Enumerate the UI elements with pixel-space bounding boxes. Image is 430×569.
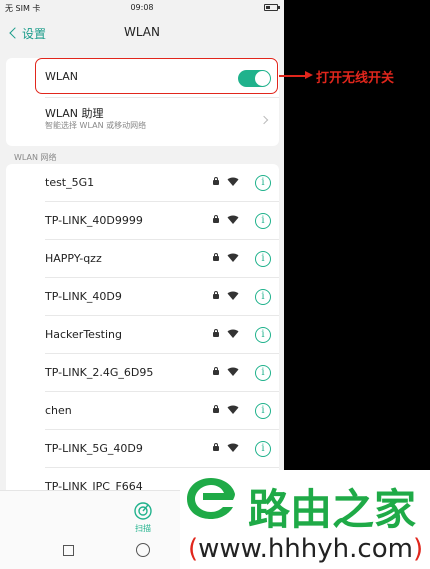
network-name: TP-LINK_40D9999 [45, 214, 143, 227]
arrow-head-icon [305, 71, 313, 79]
network-name: chen [45, 404, 72, 417]
battery-icon [264, 4, 280, 11]
lock-icon [213, 291, 219, 299]
nav-bar: 设置 WLAN [0, 16, 284, 50]
scan-button[interactable]: 扫描 [128, 499, 158, 533]
page-title: WLAN [123, 25, 160, 39]
wifi-signal-icon [227, 215, 239, 224]
clock: 09:08 [130, 3, 154, 12]
wifi-signal-icon [227, 405, 239, 414]
lock-icon [213, 367, 219, 375]
wifi-signal-icon [227, 253, 239, 262]
network-name: HackerTesting [45, 328, 122, 341]
scan-label: 扫描 [135, 524, 151, 533]
network-name: TP-LINK_40D9 [45, 290, 122, 303]
info-icon[interactable]: i [255, 365, 271, 381]
watermark: 路由之家 (www.hhhyh.com) [180, 470, 430, 569]
network-row[interactable]: TP-LINK_40D9 i [6, 278, 279, 316]
wlan-assistant-subtitle: 智能选择 WLAN 或移动网络 [45, 121, 147, 130]
watermark-url-text: www.hhhyh.com [198, 534, 413, 564]
network-row[interactable]: TP-LINK_2.4G_6D95 i [6, 354, 279, 392]
lock-icon [213, 177, 219, 185]
watermark-url: (www.hhhyh.com) [188, 534, 423, 564]
info-icon[interactable]: i [255, 175, 271, 191]
info-icon[interactable]: i [255, 403, 271, 419]
wifi-signal-icon [227, 367, 239, 376]
annotation-text: 打开无线开关 [316, 71, 395, 86]
network-row[interactable]: TP-LINK_5G_40D9 i [6, 430, 279, 468]
info-icon[interactable]: i [255, 441, 271, 457]
info-icon[interactable]: i [255, 289, 271, 305]
network-name: TP-LINK_2.4G_6D95 [45, 366, 154, 379]
network-row[interactable]: HAPPY-qzz i [6, 240, 279, 278]
lock-icon [213, 405, 219, 413]
section-header-networks: WLAN 网络 [14, 153, 57, 162]
lock-icon [213, 443, 219, 451]
wifi-signal-icon [227, 177, 239, 186]
watermark-paren-open: ( [188, 534, 199, 564]
lock-icon [213, 253, 219, 261]
network-list: test_5G1 i TP-LINK_40D9999 i HAPPY-qzz i TP-LI… [6, 164, 279, 506]
lock-icon [213, 215, 219, 223]
network-row[interactable]: chen i [6, 392, 279, 430]
network-row[interactable]: TP-LINK_40D9999 i [6, 202, 279, 240]
router-home-logo-icon [187, 478, 235, 519]
wifi-signal-icon [227, 329, 239, 338]
info-icon[interactable]: i [255, 213, 271, 229]
watermark-brand: 路由之家 [248, 485, 417, 534]
wifi-signal-icon [227, 291, 239, 300]
highlight-box [35, 58, 278, 94]
status-bar: 无 SIM 卡 09:08 [0, 0, 284, 16]
lock-icon [213, 329, 219, 337]
info-icon[interactable]: i [255, 327, 271, 343]
watermark-paren-close: ) [412, 534, 424, 564]
home-button[interactable] [136, 543, 150, 557]
network-row[interactable]: HackerTesting i [6, 316, 279, 354]
wlan-assistant-title: WLAN 助理 [45, 107, 104, 120]
info-icon[interactable]: i [255, 251, 271, 267]
arrow-line [279, 75, 307, 77]
network-name: HAPPY-qzz [45, 252, 102, 265]
network-name: test_5G1 [45, 176, 95, 189]
wifi-signal-icon [227, 443, 239, 452]
network-row[interactable]: test_5G1 i [6, 164, 279, 202]
network-name: TP-LINK_5G_40D9 [45, 442, 143, 455]
scan-icon [134, 502, 152, 520]
recents-button[interactable] [63, 545, 74, 556]
